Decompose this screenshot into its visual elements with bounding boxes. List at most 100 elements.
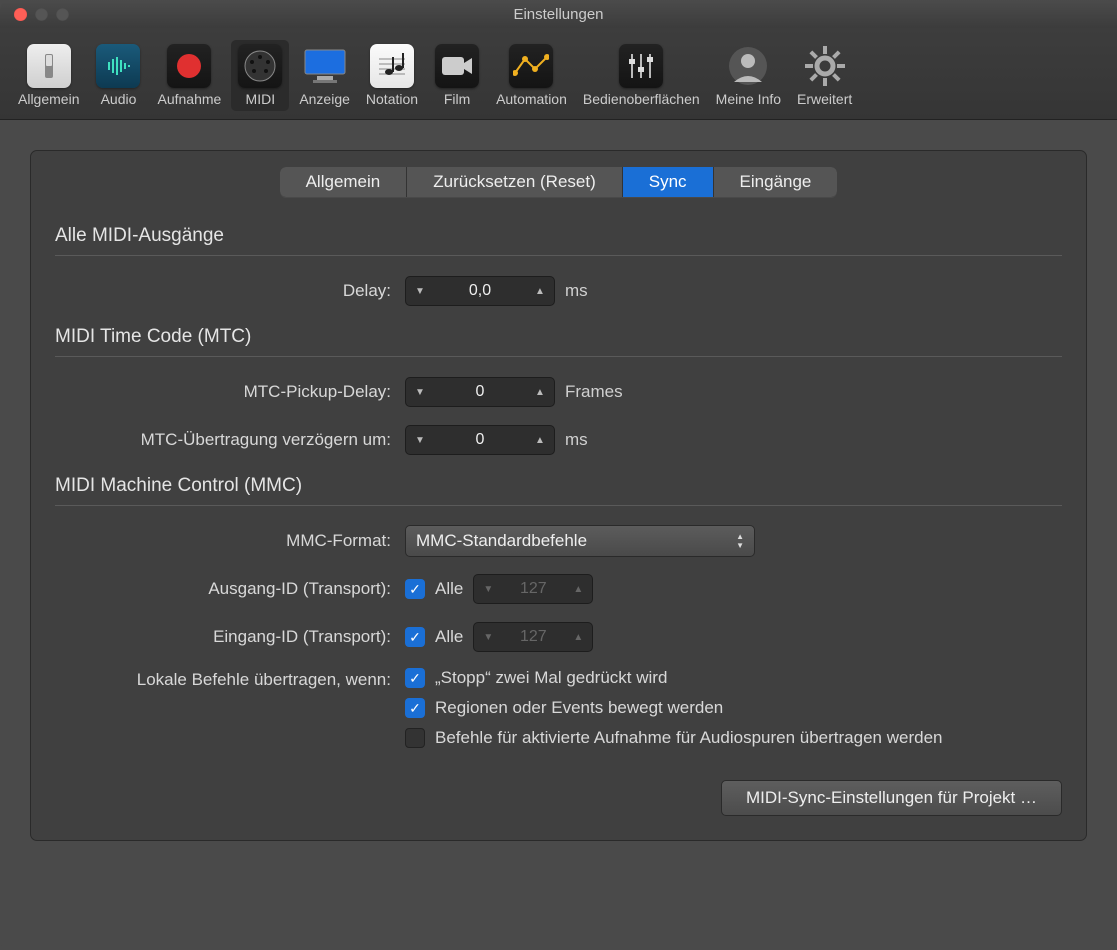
automation-icon: [509, 44, 553, 88]
toolbar-label: Meine Info: [716, 91, 781, 107]
row-mmc-format: MMC-Format: MMC-Standardbefehle ▲▼: [55, 524, 1062, 558]
chevron-down-icon[interactable]: ▼: [474, 575, 502, 603]
zoom-icon[interactable]: [56, 8, 69, 21]
project-midi-sync-button[interactable]: MIDI-Sync-Einstellungen für Projekt …: [721, 780, 1062, 816]
in-id-stepper[interactable]: ▼ 127 ▲: [473, 622, 593, 652]
local-opt-0-checkbox[interactable]: ✓: [405, 668, 425, 688]
toolbar-item-allgemein[interactable]: Allgemein: [12, 40, 85, 111]
toolbar: Allgemein Audio Aufnahme MIDI: [0, 28, 1117, 120]
mmc-format-select[interactable]: MMC-Standardbefehle ▲▼: [405, 525, 755, 557]
mtc-delay-tx-stepper[interactable]: ▼ 0 ▲: [405, 425, 555, 455]
camera-icon: [435, 44, 479, 88]
tab-reset[interactable]: Zurücksetzen (Reset): [407, 167, 623, 197]
row-delay: Delay: ▼ 0,0 ▲ ms: [55, 274, 1062, 308]
delay-label: Delay:: [55, 281, 405, 301]
mmc-format-label: MMC-Format:: [55, 531, 405, 551]
toolbar-label: Bedienoberflächen: [583, 91, 700, 107]
midi-sync-panel: Allgemein Zurücksetzen (Reset) Sync Eing…: [30, 150, 1087, 841]
row-mtc-pickup: MTC-Pickup-Delay: ▼ 0 ▲ Frames: [55, 375, 1062, 409]
out-id-stepper[interactable]: ▼ 127 ▲: [473, 574, 593, 604]
divider: [55, 255, 1062, 256]
local-opt-0-label: „Stopp“ zwei Mal gedrückt wird: [435, 668, 667, 688]
row-mtc-delay-tx: MTC-Übertragung verzögern um: ▼ 0 ▲ ms: [55, 423, 1062, 457]
toolbar-item-notation[interactable]: Notation: [360, 40, 424, 111]
section-header-mmc: MIDI Machine Control (MMC): [55, 475, 1062, 497]
subtabs: Allgemein Zurücksetzen (Reset) Sync Eing…: [55, 167, 1062, 197]
chevron-up-icon[interactable]: ▲: [526, 378, 554, 406]
toolbar-label: Audio: [101, 91, 137, 107]
row-in-id: Eingang-ID (Transport): ✓ Alle ▼ 127 ▲: [55, 620, 1062, 654]
titlebar: Einstellungen: [0, 0, 1117, 28]
chevron-down-icon[interactable]: ▼: [406, 277, 434, 305]
switch-icon: [27, 44, 71, 88]
toolbar-label: Notation: [366, 91, 418, 107]
section-header-all-outputs: Alle MIDI-Ausgänge: [55, 225, 1062, 247]
chevron-down-icon[interactable]: ▼: [406, 426, 434, 454]
mmc-format-value: MMC-Standardbefehle: [416, 531, 587, 551]
chevron-down-icon[interactable]: ▼: [406, 378, 434, 406]
delay-unit: ms: [565, 281, 588, 301]
window-title: Einstellungen: [0, 6, 1117, 23]
mtc-pickup-stepper[interactable]: ▼ 0 ▲: [405, 377, 555, 407]
section-header-mtc: MIDI Time Code (MTC): [55, 326, 1062, 348]
mtc-pickup-unit: Frames: [565, 382, 623, 402]
in-id-all-label: Alle: [435, 627, 463, 647]
chevron-up-icon[interactable]: ▲: [526, 426, 554, 454]
toolbar-item-anzeige[interactable]: Anzeige: [293, 40, 356, 111]
local-opt-1: ✓ Regionen oder Events bewegt werden: [405, 698, 943, 718]
local-opt-2-checkbox[interactable]: [405, 728, 425, 748]
out-id-all-checkbox[interactable]: ✓: [405, 579, 425, 599]
notation-icon: [370, 44, 414, 88]
delay-value[interactable]: 0,0: [434, 282, 526, 300]
in-id-all-checkbox[interactable]: ✓: [405, 627, 425, 647]
tab-allgemein[interactable]: Allgemein: [280, 167, 408, 197]
toolbar-label: Allgemein: [18, 91, 79, 107]
in-id-value[interactable]: 127: [502, 628, 564, 646]
chevron-up-icon[interactable]: ▲: [564, 623, 592, 651]
minimize-icon[interactable]: [35, 8, 48, 21]
mtc-pickup-value[interactable]: 0: [434, 383, 526, 401]
toolbar-item-audio[interactable]: Audio: [89, 40, 147, 111]
toolbar-item-erweitert[interactable]: Erweitert: [791, 40, 858, 111]
midi-plug-icon: [238, 44, 282, 88]
delay-stepper[interactable]: ▼ 0,0 ▲: [405, 276, 555, 306]
row-out-id: Ausgang-ID (Transport): ✓ Alle ▼ 127 ▲: [55, 572, 1062, 606]
waveform-icon: [96, 44, 140, 88]
toolbar-label: Anzeige: [299, 91, 350, 107]
out-id-label: Ausgang-ID (Transport):: [55, 579, 405, 599]
chevron-up-icon[interactable]: ▲: [526, 277, 554, 305]
close-icon[interactable]: [14, 8, 27, 21]
window-controls: [14, 8, 69, 21]
mtc-delay-tx-label: MTC-Übertragung verzögern um:: [55, 430, 405, 450]
toolbar-item-bedienoberflaechen[interactable]: Bedienoberflächen: [577, 40, 706, 111]
toolbar-item-aufnahme[interactable]: Aufnahme: [151, 40, 227, 111]
chevron-up-icon[interactable]: ▲: [564, 575, 592, 603]
tab-sync[interactable]: Sync: [623, 167, 714, 197]
divider: [55, 356, 1062, 357]
toolbar-label: Erweitert: [797, 91, 852, 107]
gear-icon: [803, 44, 847, 88]
local-opt-2: Befehle für aktivierte Aufnahme für Audi…: [405, 728, 943, 748]
record-icon: [167, 44, 211, 88]
tab-eingaenge[interactable]: Eingänge: [714, 167, 838, 197]
divider: [55, 505, 1062, 506]
local-opt-1-checkbox[interactable]: ✓: [405, 698, 425, 718]
local-opt-2-label: Befehle für aktivierte Aufnahme für Audi…: [435, 728, 943, 748]
toolbar-label: Aufnahme: [157, 91, 221, 107]
mtc-delay-tx-unit: ms: [565, 430, 588, 450]
toolbar-item-meineinfo[interactable]: Meine Info: [710, 40, 787, 111]
toolbar-item-automation[interactable]: Automation: [490, 40, 573, 111]
toolbar-label: Automation: [496, 91, 567, 107]
toolbar-item-midi[interactable]: MIDI: [231, 40, 289, 111]
toolbar-item-film[interactable]: Film: [428, 40, 486, 111]
mtc-pickup-label: MTC-Pickup-Delay:: [55, 382, 405, 402]
preferences-window: Einstellungen Allgemein Audio Aufnahme: [0, 0, 1117, 950]
updown-icon: ▲▼: [736, 532, 744, 550]
person-icon: [726, 44, 770, 88]
mtc-delay-tx-value[interactable]: 0: [434, 431, 526, 449]
out-id-all-label: Alle: [435, 579, 463, 599]
toolbar-label: Film: [444, 91, 470, 107]
in-id-label: Eingang-ID (Transport):: [55, 627, 405, 647]
out-id-value[interactable]: 127: [502, 580, 564, 598]
chevron-down-icon[interactable]: ▼: [474, 623, 502, 651]
